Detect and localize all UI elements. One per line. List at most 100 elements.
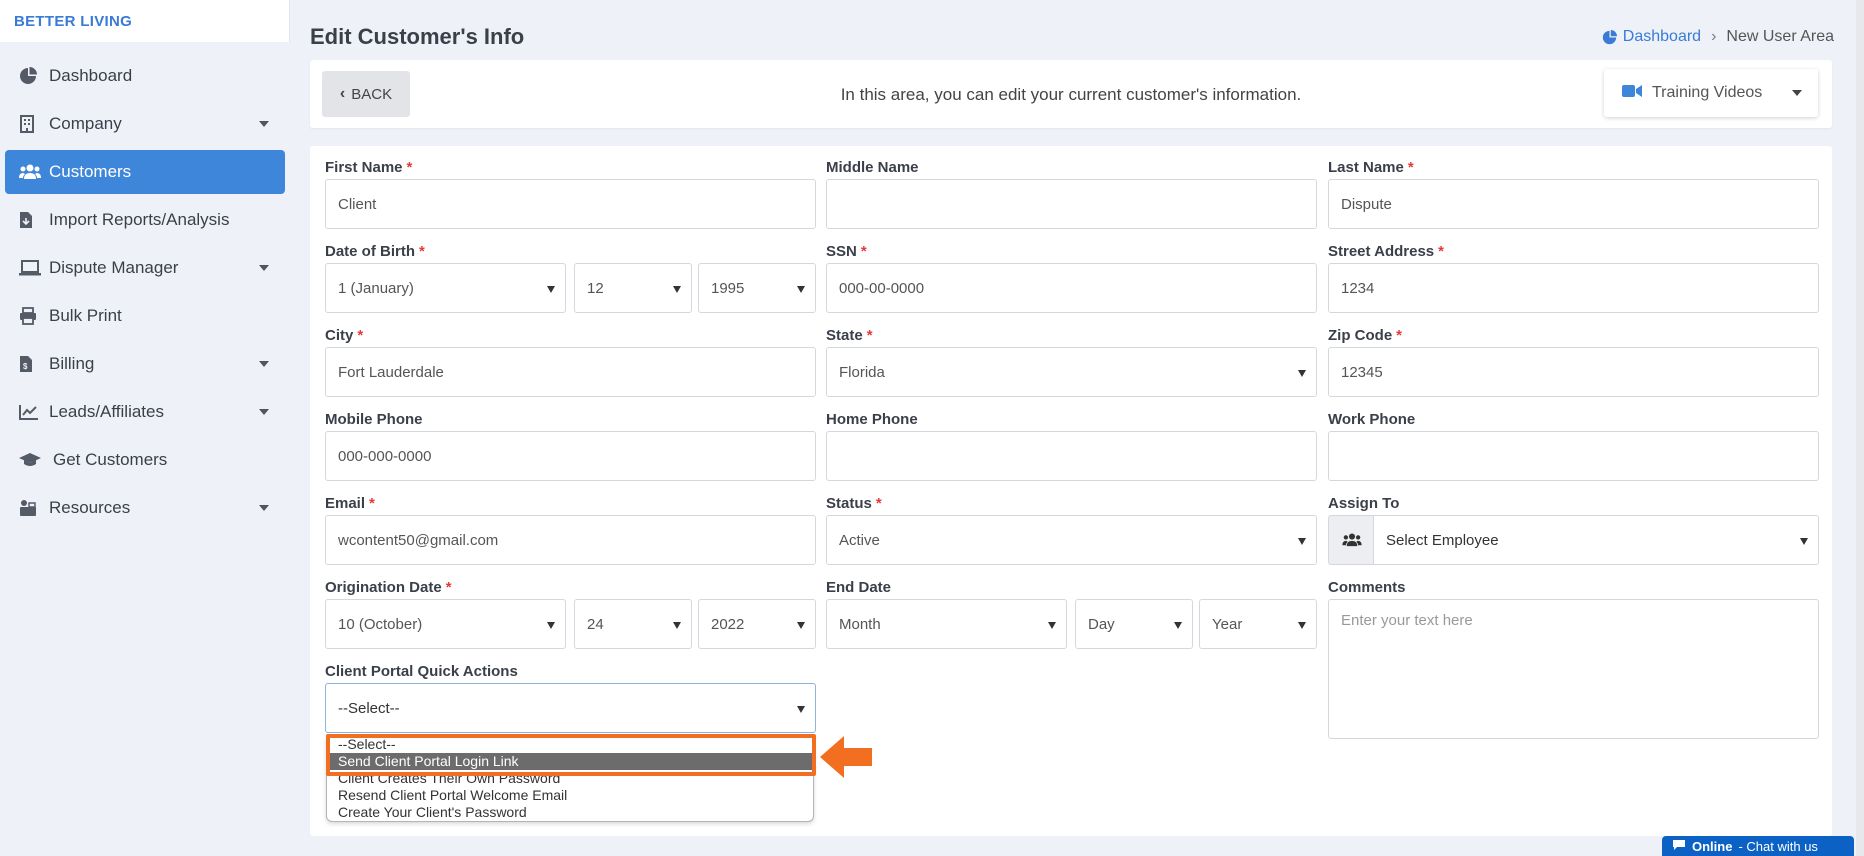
required-mark: * [1438, 243, 1444, 260]
first-name-field[interactable]: Client [325, 179, 816, 229]
label-text: Status [826, 495, 872, 512]
street-address-label: Street Address * [1328, 243, 1444, 260]
sidebar-item-label: Leads/Affiliates [49, 402, 164, 421]
mobile-phone-label: Mobile Phone [325, 411, 423, 428]
printer-icon [19, 306, 45, 326]
required-mark: * [406, 159, 413, 176]
street-address-field[interactable]: 1234 [1328, 263, 1819, 313]
last-name-label: Last Name * [1328, 159, 1414, 176]
middle-name-label: Middle Name [826, 159, 919, 176]
home-phone-field[interactable] [826, 431, 1317, 481]
quick-actions-dropdown-list: --Select-- Send Client Portal Login Link… [326, 736, 814, 822]
label-text: Origination Date [325, 579, 442, 596]
line-chart-icon [19, 402, 45, 422]
ssn-field[interactable]: 000-00-0000 [826, 263, 1317, 313]
sidebar-item-dashboard[interactable]: Dashboard [5, 54, 285, 98]
work-phone-field[interactable] [1328, 431, 1819, 481]
ssn-label: SSN * [826, 243, 867, 260]
assign-to-select[interactable]: Select Employee [1373, 515, 1819, 565]
dropdown-option-highlighted[interactable]: Send Client Portal Login Link [327, 753, 813, 770]
origination-day-select[interactable]: 24 [574, 599, 692, 649]
sidebar-item-company[interactable]: Company [5, 102, 285, 146]
chevron-down-icon [259, 505, 269, 511]
end-month-select[interactable]: Month [826, 599, 1067, 649]
sidebar-item-customers[interactable]: Customers [5, 150, 285, 194]
required-mark: * [875, 495, 882, 512]
dropdown-option[interactable]: Client Creates Their Own Password [327, 770, 813, 787]
city-label: City * [325, 327, 363, 344]
email-label: Email * [325, 495, 375, 512]
sidebar-item-get-customers[interactable]: Get Customers [5, 438, 285, 482]
sidebar-item-resources[interactable]: Resources [5, 486, 285, 530]
chevron-down-icon [259, 409, 269, 415]
label-text: State [826, 327, 863, 344]
mobile-phone-field[interactable]: 000-000-0000 [325, 431, 816, 481]
sidebar-item-label: Bulk Print [49, 306, 122, 325]
dropdown-option[interactable]: Resend Client Portal Welcome Email [327, 787, 813, 804]
brand-logo[interactable]: BETTER LIVING [0, 0, 290, 42]
sidebar-item-dispute-manager[interactable]: Dispute Manager [5, 246, 285, 290]
sidebar-item-leads-affiliates[interactable]: Leads/Affiliates [5, 390, 285, 434]
end-date-label: End Date [826, 579, 892, 596]
quick-actions-select[interactable]: --Select-- [325, 683, 816, 733]
sidebar-item-billing[interactable]: $ Billing [5, 342, 285, 386]
breadcrumb-current: New User Area [1726, 28, 1834, 45]
required-mark: * [866, 327, 873, 344]
sidebar-item-bulk-print[interactable]: Bulk Print [5, 294, 285, 338]
end-day-select[interactable]: Day [1075, 599, 1193, 649]
label-text: Zip Code [1328, 327, 1393, 344]
dob-label: Date of Birth * [325, 243, 425, 260]
sidebar-item-label: Resources [49, 498, 131, 517]
required-mark: * [357, 327, 364, 344]
zip-code-field[interactable]: 12345 [1328, 347, 1819, 397]
sidebar-item-label: Customers [49, 162, 132, 181]
last-name-field[interactable]: Dispute [1328, 179, 1819, 229]
state-select[interactable]: Florida [826, 347, 1317, 397]
end-year-select[interactable]: Year [1199, 599, 1317, 649]
middle-name-field[interactable] [826, 179, 1317, 229]
origination-date-label: Origination Date * [325, 579, 452, 596]
page-scrollbar[interactable] [1856, 0, 1864, 856]
breadcrumb-home-link[interactable]: Dashboard [1602, 28, 1701, 46]
training-videos-label: Training Videos [1652, 84, 1763, 101]
chat-status: Online [1692, 838, 1733, 854]
required-mark: * [445, 579, 452, 596]
dropdown-option[interactable]: Create Your Client's Password [327, 804, 813, 821]
sidebar-nav: Dashboard Company Customers Import Repor… [0, 54, 290, 530]
dob-day-select[interactable]: 12 [574, 263, 692, 313]
quick-actions-label: Client Portal Quick Actions [325, 663, 518, 680]
state-label: State * [826, 327, 873, 344]
comments-textarea[interactable]: Enter your text here [1328, 599, 1819, 739]
chat-text: - Chat with us [1738, 838, 1818, 854]
chevron-down-icon [1792, 90, 1802, 96]
sidebar-item-import-reports[interactable]: Import Reports/Analysis [5, 198, 285, 242]
label-text: First Name [325, 159, 403, 176]
sidebar-item-label: Company [49, 114, 122, 133]
dob-month-select[interactable]: 1 (January) [325, 263, 566, 313]
origination-month-select[interactable]: 10 (October) [325, 599, 566, 649]
pointer-arrow-icon [820, 736, 872, 778]
chat-widget[interactable]: Online - Chat with us [1662, 836, 1854, 856]
origination-year-select[interactable]: 2022 [698, 599, 816, 649]
label-text: Street Address [1328, 243, 1435, 260]
email-field[interactable]: wcontent50@gmail.com [325, 515, 816, 565]
dropdown-option[interactable]: --Select-- [327, 736, 813, 753]
status-select[interactable]: Active [826, 515, 1317, 565]
label-text: Date of Birth [325, 243, 415, 260]
dob-year-select[interactable]: 1995 [698, 263, 816, 313]
city-field[interactable]: Fort Lauderdale [325, 347, 816, 397]
label-text: SSN [826, 243, 857, 260]
required-mark: * [369, 495, 375, 512]
laptop-icon [19, 258, 45, 278]
label-text: Last Name [1328, 159, 1404, 176]
sidebar: BETTER LIVING Dashboard Company Customer… [0, 0, 290, 856]
building-icon [19, 114, 45, 134]
pie-chart-icon [1602, 29, 1617, 44]
sidebar-item-label: Import Reports/Analysis [49, 210, 230, 229]
label-text: Email [325, 495, 366, 512]
training-videos-dropdown[interactable]: Training Videos [1604, 69, 1818, 117]
zip-code-label: Zip Code * [1328, 327, 1402, 344]
home-phone-label: Home Phone [826, 411, 918, 428]
page-title: Edit Customer's Info [310, 24, 525, 49]
chevron-down-icon [259, 361, 269, 367]
